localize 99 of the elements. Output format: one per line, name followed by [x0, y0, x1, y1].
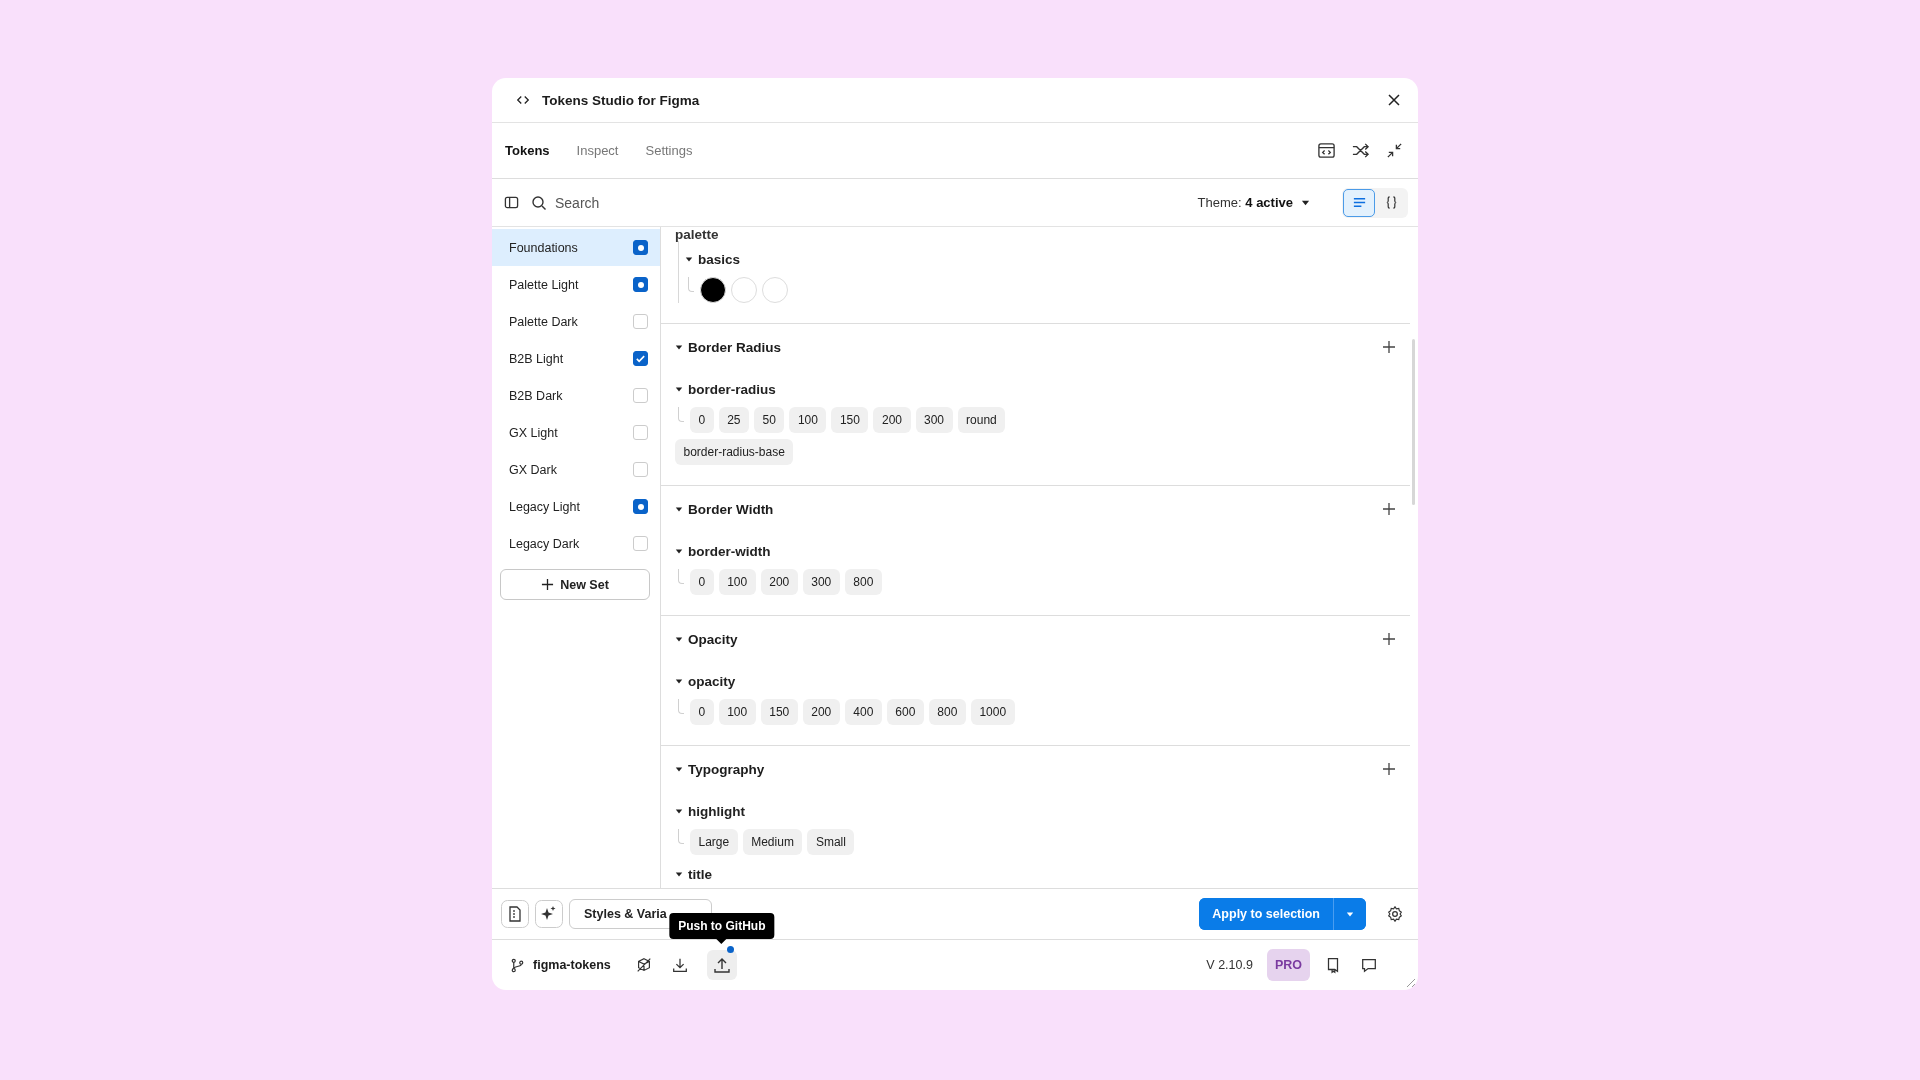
caret-icon[interactable] — [675, 547, 683, 555]
token-set-item[interactable]: Foundations — [492, 229, 660, 266]
theme-dropdown[interactable]: Theme: 4 active — [1191, 194, 1316, 211]
group-name[interactable]: highlight — [688, 803, 745, 819]
group-name[interactable]: opacity — [688, 673, 736, 689]
token-pill[interactable]: 1000 — [970, 699, 1015, 725]
token-pill[interactable]: Large — [690, 829, 738, 855]
color-swatch[interactable] — [700, 277, 726, 303]
tab[interactable]: Tokens — [505, 137, 563, 164]
token-pill[interactable]: 300 — [915, 407, 953, 433]
section-title[interactable]: Border Radius — [688, 339, 782, 355]
caret-icon[interactable] — [675, 870, 683, 878]
token-set-item[interactable]: Legacy Dark — [492, 525, 660, 562]
add-icon[interactable] — [1382, 340, 1396, 354]
token-pill[interactable]: 800 — [928, 699, 966, 725]
document-icon[interactable] — [501, 900, 529, 928]
tooltip-arrow — [716, 939, 727, 944]
token-pill[interactable]: 200 — [802, 699, 840, 725]
upload-icon[interactable] — [706, 950, 737, 980]
caret-icon[interactable] — [675, 677, 683, 685]
group-name[interactable]: title — [688, 866, 712, 882]
download-icon[interactable] — [670, 956, 689, 974]
tab[interactable]: Inspect — [576, 137, 632, 164]
token-set-item[interactable]: Palette Dark — [492, 303, 660, 340]
token-set-item[interactable]: Palette Light — [492, 266, 660, 303]
token-pill[interactable]: 0 — [690, 407, 714, 433]
add-icon[interactable] — [1382, 502, 1396, 516]
caret-icon[interactable] — [675, 635, 683, 643]
token-pill[interactable]: 200 — [760, 569, 798, 595]
section-title[interactable]: Border Width — [688, 501, 774, 517]
apply-to-selection-button[interactable]: Apply to selection — [1199, 898, 1334, 930]
set-checkbox[interactable] — [633, 277, 648, 292]
token-pill[interactable]: Small — [807, 829, 855, 855]
token-pill[interactable]: 0 — [690, 569, 714, 595]
color-swatch[interactable] — [762, 277, 788, 303]
list-icon — [1351, 195, 1367, 210]
set-checkbox[interactable] — [633, 351, 648, 366]
token-pill[interactable]: 50 — [754, 407, 785, 433]
set-checkbox[interactable] — [633, 499, 648, 514]
tooltip: Push to GitHub — [669, 913, 775, 939]
caret-icon[interactable] — [685, 255, 693, 263]
section-title[interactable]: Typography — [688, 761, 765, 777]
group-name[interactable]: basics — [698, 251, 741, 267]
add-icon[interactable] — [1382, 632, 1396, 646]
shuffle-icon[interactable] — [1351, 141, 1370, 160]
token-pill[interactable]: 25 — [718, 407, 750, 433]
color-swatch[interactable] — [731, 277, 757, 303]
add-icon[interactable] — [1382, 762, 1396, 776]
pro-badge[interactable]: PRO — [1266, 949, 1310, 981]
new-set-button[interactable]: New Set — [500, 569, 650, 600]
token-set-item[interactable]: GX Dark — [492, 451, 660, 488]
token-set-item[interactable]: GX Light — [492, 414, 660, 451]
token-pill[interactable]: 0 — [690, 699, 714, 725]
list-view-button[interactable] — [1343, 188, 1375, 217]
token-pill[interactable]: Medium — [742, 829, 803, 855]
token-pill[interactable]: 400 — [844, 699, 882, 725]
branch-icon — [510, 957, 525, 973]
group-name[interactable]: border-width — [688, 543, 771, 559]
token-pill[interactable]: round — [957, 407, 1006, 433]
chat-icon[interactable] — [1360, 956, 1378, 974]
branch-label[interactable]: figma-tokens — [510, 957, 611, 973]
caret-icon — [1346, 910, 1354, 918]
group-name[interactable]: border-radius — [688, 381, 776, 397]
sidebar-toggle-icon[interactable] — [504, 195, 519, 210]
caret-icon[interactable] — [675, 765, 683, 773]
code-brackets-icon — [516, 93, 530, 107]
check-icon — [635, 353, 646, 364]
resize-handle-icon[interactable] — [1404, 976, 1416, 988]
version-label: V 2.10.9 — [1206, 958, 1253, 972]
plus-icon — [541, 578, 555, 591]
caret-icon[interactable] — [675, 505, 683, 513]
token-pill[interactable]: 100 — [718, 569, 756, 595]
code-window-icon[interactable] — [1317, 141, 1336, 160]
caret-icon — [1301, 198, 1310, 207]
token-pill[interactable]: 200 — [873, 407, 911, 433]
settings-icon[interactable] — [1386, 905, 1404, 923]
sparkle-icon[interactable] — [535, 900, 563, 928]
group-name[interactable]: palette — [675, 227, 1410, 241]
token-pill[interactable]: 800 — [844, 569, 882, 595]
caret-icon[interactable] — [675, 385, 683, 393]
token-pill[interactable]: 150 — [831, 407, 869, 433]
token-pill[interactable]: border-radius-base — [675, 439, 794, 465]
close-icon[interactable] — [1386, 92, 1402, 108]
caret-icon[interactable] — [675, 807, 683, 815]
collapse-arrows-icon[interactable] — [1385, 141, 1404, 160]
token-set-item[interactable]: Legacy Light — [492, 488, 660, 525]
set-checkbox[interactable] — [633, 240, 648, 255]
search-icon — [531, 194, 547, 211]
window-title: Tokens Studio for Figma — [542, 92, 701, 108]
token-pill[interactable]: 100 — [789, 407, 827, 433]
caret-icon[interactable] — [675, 343, 683, 351]
token-pill[interactable]: 100 — [718, 699, 756, 725]
token-set-item[interactable]: B2B Light — [492, 340, 660, 377]
token-pill[interactable]: 150 — [760, 699, 798, 725]
token-set-item[interactable]: B2B Dark — [492, 377, 660, 414]
tab[interactable]: Settings — [645, 137, 706, 164]
section-title[interactable]: Opacity — [688, 631, 738, 647]
token-pill[interactable]: 600 — [886, 699, 924, 725]
token-pill[interactable]: 300 — [802, 569, 840, 595]
